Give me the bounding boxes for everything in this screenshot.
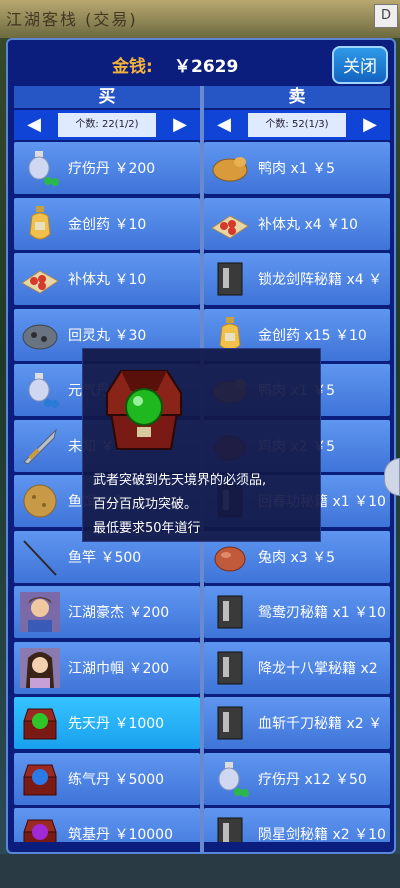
buy-item-label: 鱼竿 ￥500 — [68, 549, 142, 566]
money-value: ￥2629 — [174, 57, 239, 77]
heroine-portrait-icon — [20, 647, 60, 688]
sell-count: 个数: 52(1/3) — [248, 113, 346, 137]
buy-item-label: 先天丹 ￥1000 — [68, 716, 165, 732]
sell-item-label: 陨星剑秘籍 x2 ￥10 — [258, 827, 386, 842]
book-icon — [217, 706, 243, 740]
sell-item-label: 疗伤丹 x12 ￥50 — [258, 771, 367, 788]
bait-icon — [23, 484, 57, 518]
sell-item[interactable]: 锁龙剑阵秘籍 x4 ￥ — [204, 253, 390, 305]
sell-item[interactable]: 降龙十八掌秘籍 x2 — [204, 641, 390, 694]
buy-item[interactable]: 筑基丹 ￥10000 — [14, 808, 200, 842]
sell-item[interactable]: 补体丸 x4 ￥10 — [204, 197, 390, 250]
sell-item[interactable]: 鸭肉 x1 ￥5 — [204, 142, 390, 194]
sell-pager: ◀ 个数: 52(1/3) ▶ — [204, 110, 390, 140]
sell-item[interactable]: 陨星剑秘籍 x2 ￥10 — [204, 808, 390, 842]
buy-item-selected[interactable]: 先天丹 ￥1000 — [14, 697, 200, 749]
book-icon — [217, 262, 243, 296]
buy-item[interactable]: 江湖巾帼 ￥200 — [14, 641, 200, 694]
buy-next-page-icon[interactable]: ▶ — [160, 110, 200, 140]
pill-tray-icon — [211, 214, 249, 239]
buy-item-label: 金创药 ￥10 — [68, 216, 147, 233]
close-button[interactable]: 关闭 — [332, 46, 388, 84]
sell-next-page-icon[interactable]: ▶ — [350, 110, 390, 140]
sell-item-label: 金创药 x15 ￥10 — [258, 327, 367, 344]
sell-item-label: 降龙十八掌秘籍 x2 — [258, 660, 378, 677]
sell-item[interactable]: 鸳鸯刃秘籍 x1 ￥10 — [204, 586, 390, 638]
buy-count: 个数: 22(1/2) — [58, 113, 156, 137]
buy-item-label: 疗伤丹 ￥200 — [68, 161, 156, 177]
potion-bottle-icon — [218, 761, 249, 797]
pill-tray-icon — [21, 270, 59, 294]
purple-orb-chest-icon — [23, 819, 57, 842]
fishing-rod-icon — [23, 539, 57, 576]
game-background-bottom — [0, 854, 400, 888]
buy-pager: ◀ 个数: 22(1/2) ▶ — [14, 110, 200, 140]
sell-item-label: 血斩千刀秘籍 x2 ￥ — [258, 716, 383, 732]
blue-orb-chest-icon — [23, 764, 57, 795]
sell-header: 卖 — [204, 86, 390, 108]
hero-portrait-icon — [20, 592, 60, 632]
background-title: 江湖客栈 (交易) — [6, 10, 138, 29]
money-label: 金钱: — [112, 57, 153, 77]
sell-item-label: 兔肉 x3 ￥5 — [258, 549, 335, 566]
tooltip-line: 百分百成功突破。 — [93, 497, 198, 512]
buy-header: 买 — [14, 86, 200, 108]
sell-item[interactable]: 血斩千刀秘籍 x2 ￥ — [204, 697, 390, 749]
sell-item-label: 鸭肉 x1 ￥5 — [258, 161, 335, 177]
corner-button[interactable]: D — [374, 4, 398, 28]
game-background-strip: 江湖客栈 (交易) D — [0, 0, 400, 38]
book-icon — [217, 817, 243, 842]
buy-item[interactable]: 金创药 ￥10 — [14, 197, 200, 250]
buy-item-label: 江湖巾帼 ￥200 — [68, 660, 170, 677]
sell-item[interactable]: 疗伤丹 x12 ￥50 — [204, 752, 390, 805]
sword-icon — [23, 427, 57, 465]
meat-icon — [214, 546, 246, 571]
buy-prev-page-icon[interactable]: ◀ — [14, 110, 54, 140]
buy-item-label: 练气丹 ￥5000 — [68, 771, 165, 788]
buy-item[interactable]: 疗伤丹 ￥200 — [14, 142, 200, 194]
sell-item-label: 锁龙剑阵秘籍 x4 ￥ — [258, 272, 383, 288]
buy-item-label: 筑基丹 ￥10000 — [68, 827, 173, 842]
buy-item[interactable]: 江湖豪杰 ￥200 — [14, 586, 200, 638]
book-icon — [217, 595, 243, 629]
tooltip-line: 最低要求50年道行 — [93, 521, 201, 536]
tooltip-line: 武者突破到先天境界的必须品, — [93, 473, 267, 488]
buy-item[interactable]: 练气丹 ￥5000 — [14, 752, 200, 805]
spirit-stone-icon — [22, 324, 58, 349]
buy-item-label: 江湖豪杰 ￥200 — [68, 605, 170, 621]
item-tooltip: 武者突破到先天境界的必须品, 百分百成功突破。 最低要求50年道行 — [82, 348, 321, 542]
sell-item-label: 鸳鸯刃秘籍 x1 ￥10 — [258, 605, 386, 621]
book-icon — [217, 651, 243, 684]
buy-item-label: 补体丸 ￥10 — [68, 272, 147, 288]
gold-vase-icon — [29, 205, 51, 239]
buy-item-label: 回灵丸 ￥30 — [68, 327, 147, 344]
sell-prev-page-icon[interactable]: ◀ — [204, 110, 244, 140]
green-orb-chest-icon — [106, 370, 182, 450]
potion-bottle-icon — [28, 151, 59, 186]
buy-item[interactable]: 补体丸 ￥10 — [14, 253, 200, 305]
potion-bottle-icon — [28, 373, 59, 408]
sell-item-label: 补体丸 x4 ￥10 — [258, 216, 358, 233]
green-orb-chest-icon — [23, 708, 57, 740]
roast-duck-icon — [212, 157, 248, 182]
